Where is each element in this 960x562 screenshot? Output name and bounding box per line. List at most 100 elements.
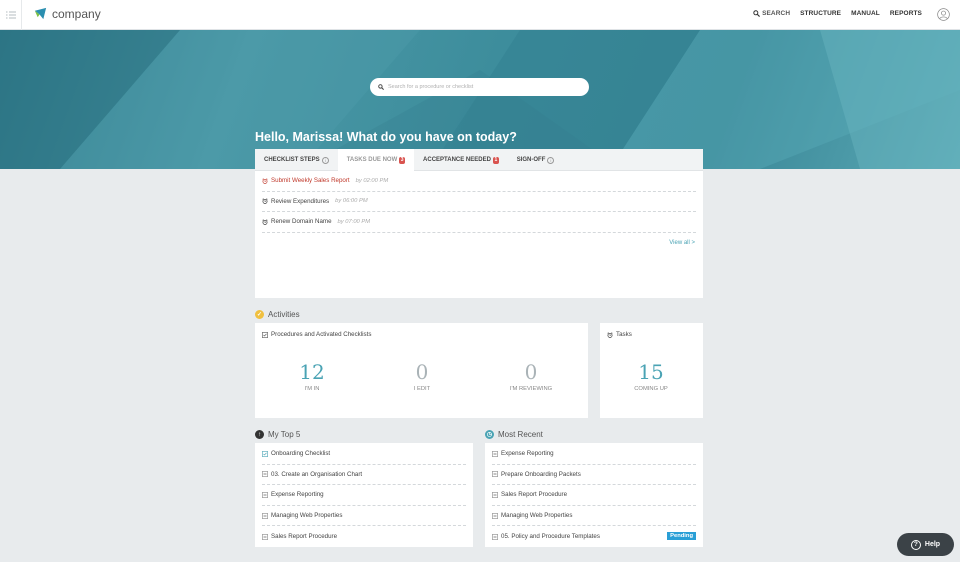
help-button[interactable]: ? Help (897, 533, 954, 556)
list-item[interactable]: 05. Policy and Procedure Templates Pendi… (492, 526, 696, 547)
tab-checklist-steps[interactable]: CHECKLIST STEPS i (255, 149, 338, 171)
activities-heading: ✓ Activities (255, 310, 300, 319)
stat-label: COMING UP (634, 386, 668, 392)
tasks-card-header: Tasks (607, 331, 632, 338)
list-item-label: Expense Reporting (271, 491, 324, 499)
count-badge: 3 (399, 156, 406, 164)
nav-reports[interactable]: REPORTS (890, 10, 922, 17)
document-icon (262, 492, 268, 498)
list-item[interactable]: Prepare Onboarding Packets (492, 465, 696, 486)
count-badge: 1 (492, 156, 499, 164)
list-item[interactable]: Managing Web Properties (492, 506, 696, 527)
tab-tasks-due-now[interactable]: TASKS DUE NOW 3 (337, 149, 415, 171)
stat-label: I'M REVIEWING (509, 386, 553, 392)
task-row[interactable]: Submit Weekly Sales Report by 02:00 PM (262, 171, 696, 192)
list-item[interactable]: Sales Report Procedure (262, 526, 466, 547)
most-recent-title: Most Recent (498, 430, 543, 439)
menu-button[interactable] (0, 0, 22, 30)
checklist-icon (262, 331, 268, 338)
stat-i-edit[interactable]: 0 I EDIT (362, 361, 482, 392)
list-item-label: 03. Create an Organisation Chart (271, 470, 363, 478)
task-due: by 07:00 PM (337, 218, 371, 225)
activities-title: Activities (268, 310, 300, 319)
list-item-label: Prepare Onboarding Packets (501, 470, 581, 478)
clock-icon: ◷ (485, 430, 494, 439)
document-icon (262, 471, 268, 478)
pending-badge: Pending (667, 532, 696, 541)
logo-text: company (52, 6, 101, 21)
procedure-search-input[interactable] (388, 84, 568, 90)
document-icon (492, 471, 498, 478)
hero-search-box[interactable] (370, 78, 589, 96)
tab-label: ACCEPTANCE NEEDED (423, 157, 491, 163)
list-item[interactable]: Expense Reporting (262, 485, 466, 506)
logo-icon (34, 7, 47, 20)
greeting-heading: Hello, Marissa! What do you have on toda… (255, 130, 517, 144)
stat-value: 0 (415, 360, 429, 384)
procedures-card-header: Procedures and Activated Checklists (262, 331, 371, 338)
list-item[interactable]: Expense Reporting (492, 444, 696, 465)
my-top-list: Onboarding Checklist 03. Create an Organ… (255, 443, 473, 547)
hamburger-icon (5, 11, 16, 19)
nav-search[interactable]: SEARCH (753, 10, 790, 17)
procedures-card-title: Procedures and Activated Checklists (271, 331, 372, 338)
list-item-label: Expense Reporting (501, 450, 554, 458)
document-icon (262, 512, 268, 519)
tab-label: SIGN-OFF (516, 157, 546, 163)
nav-manual[interactable]: MANUAL (851, 10, 880, 17)
task-tabs: CHECKLIST STEPS i TASKS DUE NOW 3 ACCEPT… (255, 149, 703, 171)
info-icon: i (321, 156, 329, 164)
my-top-title: My Top 5 (268, 430, 301, 439)
most-recent-list: Expense Reporting Prepare Onboarding Pac… (485, 443, 703, 547)
task-row[interactable]: Review Expenditures by 06:00 PM (262, 192, 696, 212)
stat-value: 15 (638, 360, 664, 384)
most-recent-heading: ◷ Most Recent (485, 430, 543, 439)
list-item[interactable]: Sales Report Procedure (492, 485, 696, 506)
list-item-label: Sales Report Procedure (501, 491, 568, 499)
task-row[interactable]: Renew Domain Name by 07:00 PM (262, 212, 696, 233)
user-profile-icon[interactable] (937, 8, 950, 21)
document-icon (492, 492, 498, 498)
list-item-label: 05. Policy and Procedure Templates (501, 533, 600, 541)
list-item-label: Managing Web Properties (271, 512, 343, 520)
task-due: by 06:00 PM (335, 198, 368, 205)
tab-sign-off[interactable]: SIGN-OFF i (508, 149, 564, 171)
alarm-clock-icon (607, 331, 613, 338)
document-icon (492, 512, 498, 519)
alarm-clock-icon (262, 198, 268, 205)
view-all-link[interactable]: View all > (669, 240, 695, 246)
help-label: Help (924, 541, 941, 548)
my-top-heading: ↑ My Top 5 (255, 430, 300, 439)
list-item[interactable]: Onboarding Checklist (262, 444, 466, 465)
task-title: Submit Weekly Sales Report (271, 177, 350, 185)
stat-label: I'M IN (304, 386, 320, 392)
task-title: Renew Domain Name (271, 218, 332, 226)
tab-acceptance-needed[interactable]: ACCEPTANCE NEEDED 1 (414, 149, 508, 171)
list-item[interactable]: Managing Web Properties (262, 506, 466, 527)
top-rank-icon: ↑ (255, 430, 264, 439)
list-item-label: Onboarding Checklist (271, 450, 331, 458)
tasks-card: Tasks 15 COMING UP (600, 323, 703, 418)
activities-icon: ✓ (255, 310, 264, 319)
checklist-icon (262, 450, 268, 457)
question-icon: ? (910, 539, 921, 550)
document-icon (492, 533, 498, 540)
stat-im-reviewing[interactable]: 0 I'M REVIEWING (471, 361, 591, 392)
tasks-card-title: Tasks (616, 331, 632, 338)
top-bar: company SEARCH STRUCTURE MANUAL REPORTS (0, 0, 960, 30)
top-nav: SEARCH STRUCTURE MANUAL REPORTS (753, 10, 922, 17)
stat-label: I EDIT (413, 386, 431, 392)
task-list: Submit Weekly Sales Report by 02:00 PM R… (255, 171, 703, 233)
stat-value: 12 (299, 360, 325, 384)
nav-structure[interactable]: STRUCTURE (800, 10, 841, 17)
stat-value: 0 (524, 360, 538, 384)
search-icon (753, 10, 761, 17)
task-title: Review Expenditures (271, 197, 330, 205)
nav-search-label: SEARCH (762, 10, 791, 17)
tab-label: CHECKLIST STEPS (264, 157, 320, 163)
procedures-card: Procedures and Activated Checklists 12 I… (255, 323, 588, 418)
stat-im-in[interactable]: 12 I'M IN (252, 361, 372, 392)
company-logo[interactable]: company (33, 6, 101, 21)
stat-coming-up[interactable]: 15 COMING UP (591, 361, 711, 392)
list-item[interactable]: 03. Create an Organisation Chart (262, 465, 466, 486)
